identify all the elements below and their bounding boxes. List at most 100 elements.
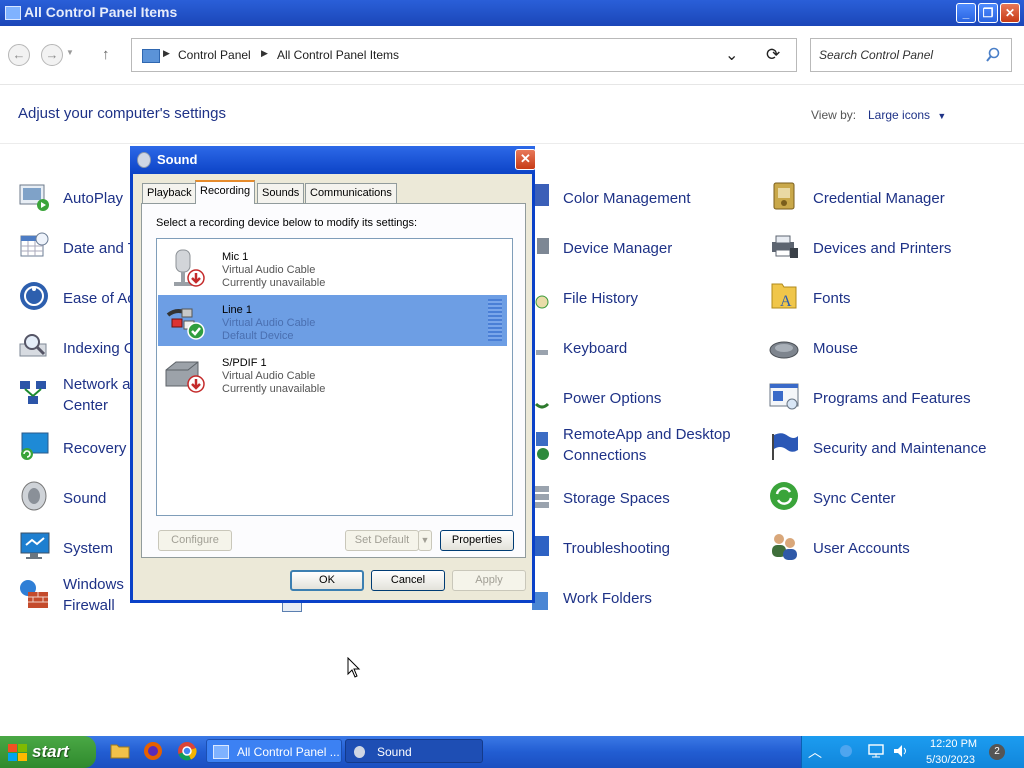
breadcrumb-control-panel[interactable]: Control Panel bbox=[178, 48, 251, 62]
forward-button[interactable]: → bbox=[41, 44, 63, 66]
device-status: Default Device bbox=[222, 330, 294, 342]
firefox-icon[interactable] bbox=[143, 741, 163, 761]
close-button[interactable]: ✕ bbox=[1000, 3, 1020, 23]
item-label: Device Manager bbox=[563, 240, 673, 257]
notification-badge[interactable]: 2 bbox=[989, 744, 1005, 760]
device-spdif-1[interactable]: S/PDIF 1 Virtual Audio Cable Currently u… bbox=[158, 348, 507, 399]
view-mode-dropdown[interactable]: Large icons ▼ bbox=[868, 108, 946, 122]
mouse-icon bbox=[769, 341, 799, 359]
breadcrumb-all-items[interactable]: All Control Panel Items bbox=[277, 48, 399, 62]
back-button[interactable]: ← bbox=[8, 44, 30, 66]
item-label: Programs and Features bbox=[813, 390, 971, 407]
speaker-icon bbox=[354, 746, 365, 758]
tab-recording[interactable]: Recording bbox=[195, 180, 256, 204]
navigation-bar: ← → ▼ ↑ ▶ Control Panel ▶ All Control Pa… bbox=[0, 26, 1024, 85]
chevron-down-icon: ▼ bbox=[937, 111, 947, 121]
volume-icon[interactable] bbox=[892, 743, 910, 759]
apply-button[interactable]: Apply bbox=[452, 570, 526, 591]
device-name: S/PDIF 1 bbox=[222, 357, 267, 369]
tab-sounds[interactable]: Sounds bbox=[257, 183, 305, 203]
item-label: Indexing O bbox=[63, 340, 136, 357]
window-title-bar[interactable]: All Control Panel Items _ ❐ ✕ bbox=[0, 0, 1024, 26]
clock-date[interactable]: 5/30/2023 bbox=[926, 754, 975, 766]
minimize-button[interactable]: _ bbox=[956, 3, 976, 23]
cancel-button[interactable]: Cancel bbox=[371, 570, 445, 591]
restore-button[interactable]: ❐ bbox=[978, 3, 998, 23]
file-explorer-icon[interactable] bbox=[110, 742, 130, 760]
item-label: Ease of Ac bbox=[63, 290, 135, 307]
taskbar-control-panel[interactable]: All Control Panel ... bbox=[206, 739, 342, 763]
up-button[interactable]: ↑ bbox=[102, 46, 110, 63]
item-label: Recovery bbox=[63, 440, 127, 457]
recovery-icon bbox=[21, 432, 49, 460]
breadcrumb-separator-icon: ▶ bbox=[261, 48, 268, 58]
item-label: Devices and Printers bbox=[813, 240, 952, 257]
start-label: start bbox=[32, 742, 69, 761]
item-label: Windows Firewall bbox=[63, 576, 124, 614]
view-by-label: View by: bbox=[811, 108, 857, 122]
window-title: All Control Panel Items bbox=[24, 4, 178, 20]
start-button[interactable]: start bbox=[0, 736, 96, 768]
item-label: File History bbox=[563, 290, 639, 307]
recording-tab-panel: Select a recording device below to modif… bbox=[141, 203, 526, 558]
tray-app-icon[interactable] bbox=[840, 745, 852, 757]
network-icon bbox=[20, 381, 46, 404]
device-line-1[interactable]: Line 1 Virtual Audio Cable Default Devic… bbox=[158, 295, 507, 346]
set-default-dropdown-icon[interactable]: ▼ bbox=[418, 530, 432, 551]
instruction-text: Select a recording device below to modif… bbox=[156, 217, 418, 229]
header-divider bbox=[0, 143, 1024, 144]
breadcrumb-separator-icon: ▶ bbox=[163, 48, 170, 58]
users-icon bbox=[772, 534, 797, 560]
taskbar-sound[interactable]: Sound bbox=[345, 739, 483, 763]
item-label: System bbox=[63, 540, 114, 557]
dialog-title-bar[interactable]: Sound ✕ bbox=[130, 146, 536, 174]
item-label: Work Folders bbox=[563, 590, 652, 607]
item-label: Credential Manager bbox=[813, 190, 945, 207]
address-bar[interactable]: ▶ Control Panel ▶ All Control Panel Item… bbox=[131, 38, 797, 72]
item-label: Sound bbox=[63, 490, 107, 507]
tab-playback[interactable]: Playback bbox=[142, 183, 197, 203]
clock-time[interactable]: 12:20 PM bbox=[930, 738, 977, 750]
dialog-close-button[interactable]: ✕ bbox=[515, 149, 536, 170]
configure-button[interactable]: Configure bbox=[158, 530, 232, 551]
autoplay-icon bbox=[19, 184, 49, 211]
item-label: Network a Center bbox=[63, 376, 131, 414]
item-label: Date and T bbox=[63, 240, 137, 257]
device-driver: Virtual Audio Cable bbox=[222, 370, 316, 382]
network-icon[interactable] bbox=[868, 743, 886, 759]
svg-text:A: A bbox=[780, 293, 792, 310]
task-label: All Control Panel ... bbox=[237, 745, 340, 759]
item-label: Keyboard bbox=[563, 340, 628, 357]
ease-of-access-icon bbox=[20, 282, 48, 310]
recent-locations-chevron-icon[interactable]: ▼ bbox=[66, 48, 74, 57]
control-panel-icon bbox=[5, 6, 21, 20]
properties-button[interactable]: Properties bbox=[440, 530, 514, 551]
device-mic-1[interactable]: Mic 1 Virtual Audio Cable Currently unav… bbox=[158, 242, 507, 293]
search-box[interactable] bbox=[810, 38, 1012, 72]
audio-cable-icon bbox=[166, 308, 205, 340]
device-driver: Virtual Audio Cable bbox=[222, 264, 316, 276]
ok-button[interactable]: OK bbox=[290, 570, 364, 591]
windows-logo-icon bbox=[8, 744, 27, 761]
show-hidden-icons-chevron-icon[interactable]: ︿ bbox=[808, 742, 822, 762]
refresh-icon[interactable]: ⟳ bbox=[766, 45, 780, 65]
item-label: User Accounts bbox=[813, 540, 910, 557]
back-arrow-icon: ← bbox=[12, 47, 26, 62]
item-label: Security and Maintenance bbox=[813, 440, 987, 457]
search-input[interactable] bbox=[817, 47, 981, 63]
item-label: Mouse bbox=[813, 340, 859, 357]
recording-device-list[interactable]: Mic 1 Virtual Audio Cable Currently unav… bbox=[156, 238, 513, 516]
monitor-icon bbox=[20, 532, 50, 559]
device-status: Currently unavailable bbox=[222, 383, 326, 395]
set-default-button[interactable]: Set Default bbox=[345, 530, 419, 551]
indexing-icon bbox=[19, 334, 47, 357]
search-icon[interactable] bbox=[985, 47, 1001, 63]
address-dropdown-icon[interactable]: ⌄ bbox=[725, 45, 738, 65]
credential-icon bbox=[773, 182, 795, 210]
flag-icon bbox=[772, 433, 798, 460]
speaker-icon bbox=[137, 152, 151, 168]
tab-communications[interactable]: Communications bbox=[305, 183, 397, 203]
item-label: Power Options bbox=[563, 390, 662, 407]
chrome-icon[interactable] bbox=[177, 741, 197, 761]
item-label: Fonts bbox=[813, 290, 851, 307]
